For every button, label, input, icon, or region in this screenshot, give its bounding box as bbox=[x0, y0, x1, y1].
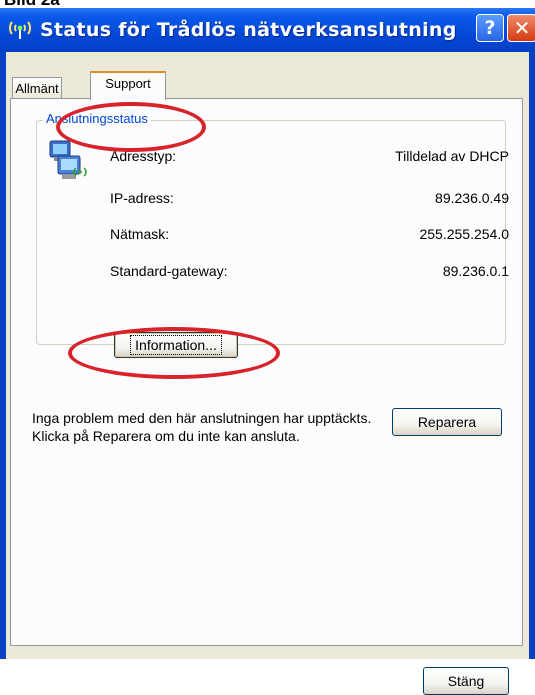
address-type-value: Tilldelad av DHCP bbox=[395, 148, 509, 164]
ip-address-value: 89.236.0.49 bbox=[435, 190, 509, 206]
tab-allmant[interactable]: Allmänt bbox=[12, 77, 62, 99]
ip-address-label: IP-adress: bbox=[110, 190, 174, 206]
tab-support[interactable]: Support bbox=[90, 71, 166, 100]
default-gateway-label: Standard-gateway: bbox=[110, 263, 228, 279]
dialog-window: Status för Trådlös nätverksanslutning ? … bbox=[0, 8, 535, 695]
title-bar[interactable]: Status för Trådlös nätverksanslutning ? … bbox=[0, 8, 535, 52]
dialog-client-area: Allmänt Support Anslutningsstatus Adress… bbox=[6, 52, 529, 695]
group-label: Anslutningsstatus bbox=[43, 111, 151, 126]
help-button[interactable]: ? bbox=[476, 14, 504, 42]
wireless-connection-icon bbox=[49, 140, 87, 179]
close-button[interactable]: Stäng bbox=[423, 667, 509, 695]
problem-status-text: Inga problem med den här anslutningen ha… bbox=[32, 410, 372, 444]
address-type-label: Adresstyp: bbox=[110, 148, 177, 164]
default-gateway-value: 89.236.0.1 bbox=[442, 263, 509, 279]
repair-button[interactable]: Reparera bbox=[392, 408, 502, 436]
window-title: Status för Trådlös nätverksanslutning bbox=[40, 19, 457, 41]
subnet-mask-value: 255.255.254.0 bbox=[419, 226, 509, 242]
details-button-label: Information... bbox=[130, 335, 222, 355]
wireless-network-icon bbox=[9, 21, 31, 39]
close-window-button[interactable]: ✕ bbox=[507, 14, 535, 42]
subnet-mask-label: Nätmask: bbox=[110, 226, 170, 242]
details-button[interactable]: Information... bbox=[114, 332, 238, 358]
